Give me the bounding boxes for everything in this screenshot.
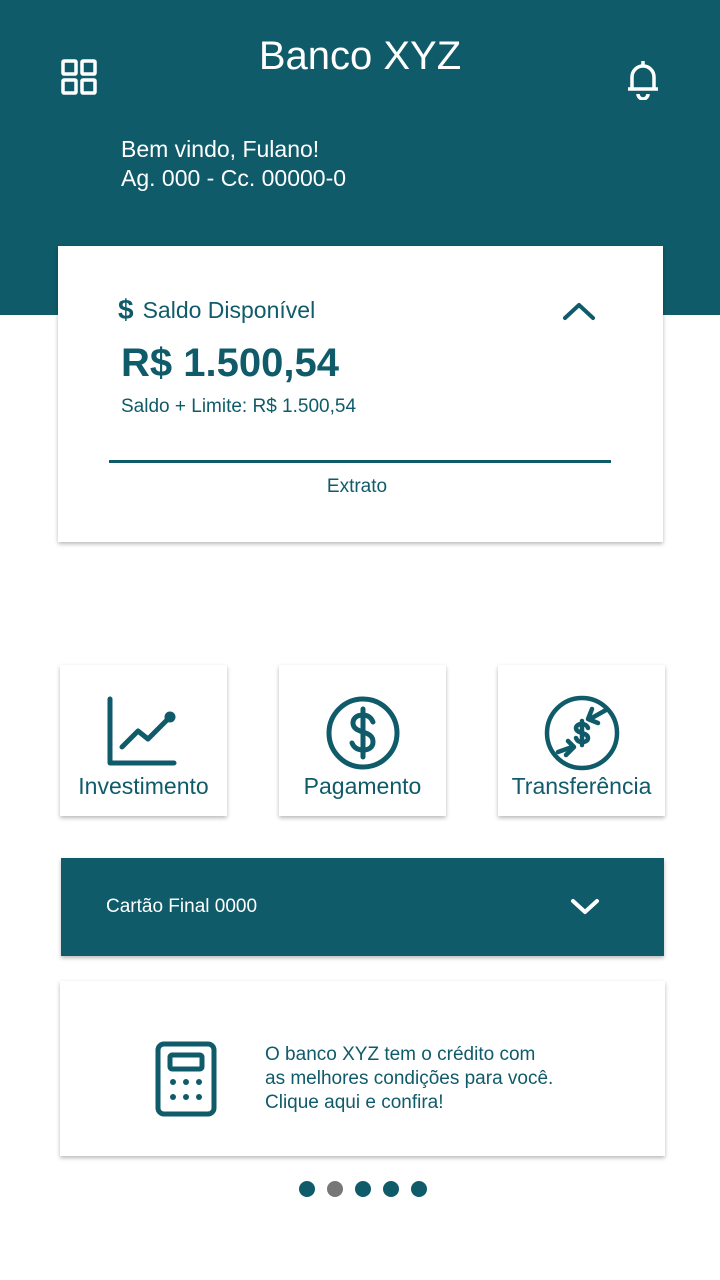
- chevron-down-icon: [571, 899, 599, 914]
- card-label: Cartão Final 0000: [106, 896, 258, 917]
- balance-card: $ Saldo Disponível R$ 1.500,54 Saldo + L…: [58, 246, 663, 542]
- investment-button[interactable]: Investimento: [60, 665, 227, 816]
- carousel-dot[interactable]: [327, 1181, 343, 1197]
- calculator-icon: [155, 1041, 217, 1117]
- dollar-circle-icon: [326, 696, 400, 770]
- promo-line: as melhores condições para você.: [265, 1068, 554, 1089]
- bell-icon[interactable]: [624, 58, 662, 101]
- balance-label: Saldo Disponível: [142, 296, 316, 323]
- transfer-icon: [544, 695, 620, 771]
- account-info: Ag. 000 - Cc. 00000-0: [121, 165, 347, 191]
- carousel-dot[interactable]: [299, 1181, 315, 1197]
- chart-line-icon: [107, 696, 177, 766]
- carousel-indicator: [299, 1181, 427, 1197]
- divider: [109, 460, 611, 463]
- chevron-up-icon[interactable]: [561, 298, 597, 324]
- promo-line: O banco XYZ tem o crédito com: [265, 1044, 536, 1065]
- transfer-label: Transferência: [511, 773, 652, 799]
- carousel-dot[interactable]: [355, 1181, 371, 1197]
- welcome-block: Bem vindo, Fulano! Ag. 000 - Cc. 00000-0: [121, 135, 346, 193]
- card-selector[interactable]: Cartão Final 0000: [61, 858, 664, 956]
- promo-text: O banco XYZ tem o crédito com as melhore…: [265, 1043, 553, 1115]
- statement-link[interactable]: Extrato: [58, 476, 656, 498]
- investment-label: Investimento: [78, 773, 209, 799]
- balance-amount: R$ 1.500,54: [121, 341, 339, 385]
- app-title: Banco XYZ: [258, 34, 462, 78]
- transfer-button[interactable]: Transferência: [498, 665, 665, 816]
- payment-label: Pagamento: [303, 773, 422, 799]
- welcome-text: Bem vindo, Fulano!: [121, 136, 320, 162]
- carousel-dot[interactable]: [383, 1181, 399, 1197]
- carousel-dot[interactable]: [411, 1181, 427, 1197]
- payment-button[interactable]: Pagamento: [279, 665, 446, 816]
- promo-line: Clique aqui e confira!: [265, 1092, 444, 1113]
- balance-heading: $ Saldo Disponível: [118, 294, 315, 326]
- dollar-icon: $: [118, 294, 134, 325]
- balance-limit: Saldo + Limite: R$ 1.500,54: [121, 396, 357, 417]
- credit-promo-card[interactable]: O banco XYZ tem o crédito com as melhore…: [60, 981, 665, 1156]
